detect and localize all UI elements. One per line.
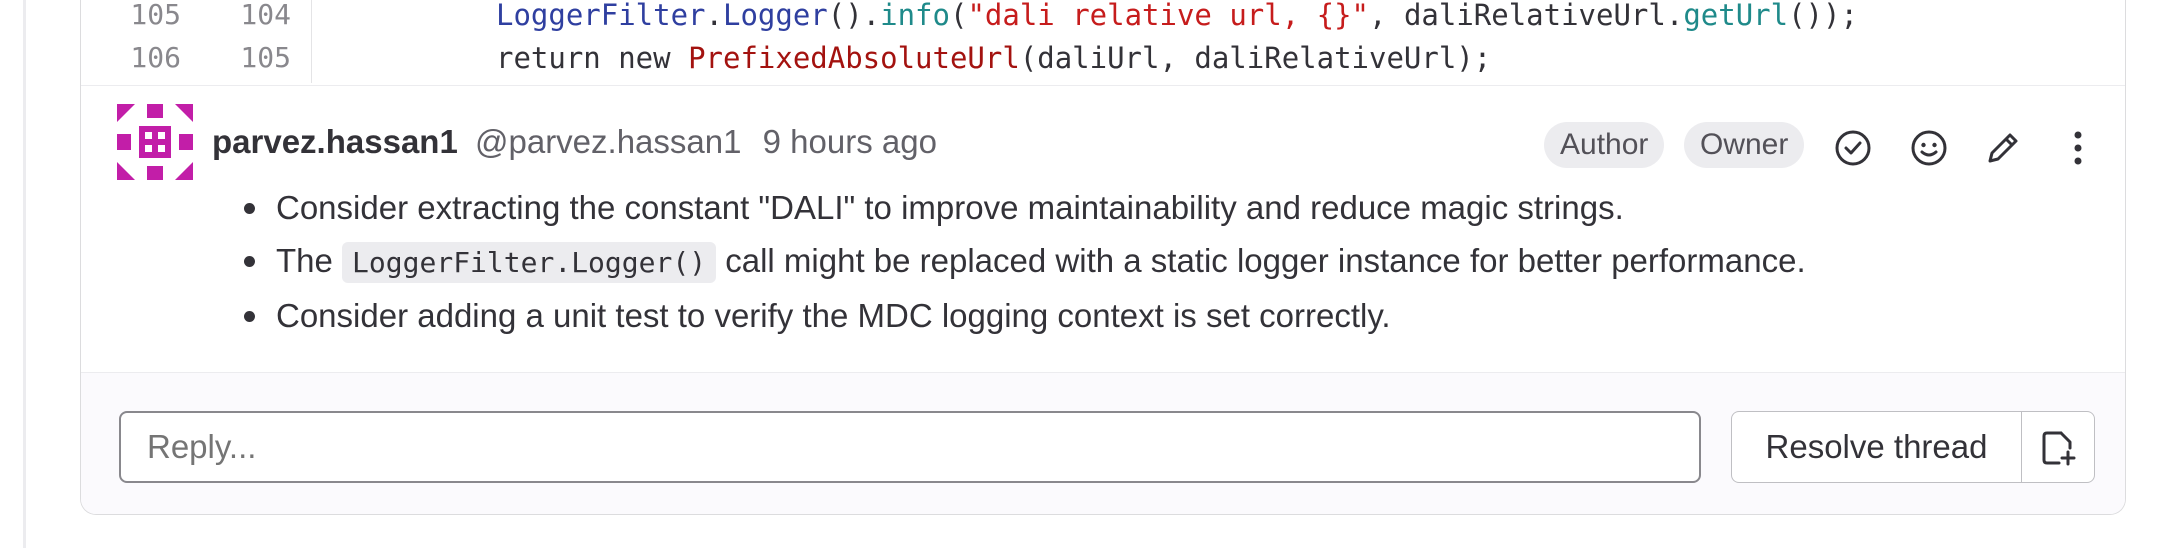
- create-issue-button[interactable]: [2021, 411, 2095, 483]
- code-token: .: [705, 0, 723, 32]
- left-gutter-bar: [0, 0, 26, 548]
- resolve-thread-button[interactable]: Resolve thread: [1731, 411, 2021, 483]
- more-actions-button[interactable]: [2056, 126, 2100, 170]
- reply-input[interactable]: [119, 411, 1701, 483]
- bullet-text: The: [276, 242, 333, 279]
- issue-new-icon: [2042, 431, 2076, 466]
- author-name[interactable]: parvez.hassan1: [212, 123, 458, 160]
- code-token: LoggerFilter: [496, 0, 706, 32]
- reply-area: Resolve thread: [81, 373, 2125, 514]
- bullet-text: Consider extracting the constant "DALI" …: [276, 189, 1624, 226]
- pencil-icon: [1988, 133, 2018, 163]
- list-item: Consider adding a unit test to verify th…: [244, 289, 1806, 342]
- add-reaction-button[interactable]: [1907, 126, 1951, 170]
- edit-comment-button[interactable]: [1981, 126, 2025, 170]
- diff-line: 106 105 return new PrefixedAbsoluteUrl(d…: [81, 33, 2125, 83]
- more-vertical-icon: [2074, 131, 2082, 165]
- author-badge: Author: [1544, 122, 1665, 168]
- author-handle[interactable]: @parvez.hassan1: [475, 123, 741, 160]
- code-token: Logger: [722, 0, 828, 32]
- list-item: Consider extracting the constant "DALI" …: [244, 181, 1806, 234]
- new-line-number[interactable]: 105: [191, 33, 291, 83]
- bullet-text: Consider adding a unit test to verify th…: [276, 297, 1391, 334]
- inline-code: LoggerFilter.Logger(): [342, 242, 717, 283]
- smile-icon: [1911, 130, 1947, 166]
- comment-body: Consider extracting the constant "DALI" …: [244, 181, 1806, 342]
- code-token: "dali relative url, {}": [967, 0, 1370, 32]
- old-line-number[interactable]: 106: [81, 33, 181, 83]
- code-token: (: [949, 0, 968, 32]
- code-token: ().: [827, 0, 881, 32]
- code-token: return new: [496, 41, 689, 75]
- identicon-icon: [117, 104, 193, 180]
- avatar[interactable]: [117, 104, 193, 180]
- code-token: info: [880, 0, 950, 32]
- owner-badge: Owner: [1684, 122, 1805, 168]
- list-item: The LoggerFilter.Logger() call might be …: [244, 234, 1806, 289]
- code-token: PrefixedAbsoluteUrl: [688, 41, 1020, 75]
- code-token: ());: [1788, 0, 1858, 32]
- code-token: getUrl: [1683, 0, 1789, 32]
- discussion-note: parvez.hassan1 @parvez.hassan1 9 hours a…: [81, 85, 2125, 373]
- code-token: (daliUrl, daliRelativeUrl);: [1019, 41, 1492, 75]
- gutter-divider: [311, 33, 312, 83]
- code-text: return new PrefixedAbsoluteUrl(daliUrl, …: [496, 33, 1491, 83]
- bullet-text: call might be replaced with a static log…: [725, 242, 1806, 279]
- check-circle-icon: [1835, 130, 1871, 166]
- resolve-thread-icon-button[interactable]: [1831, 126, 1875, 170]
- note-timestamp[interactable]: 9 hours ago: [763, 123, 937, 160]
- note-header: parvez.hassan1 @parvez.hassan1 9 hours a…: [212, 120, 937, 164]
- code-token: , daliRelativeUrl.: [1369, 0, 1684, 32]
